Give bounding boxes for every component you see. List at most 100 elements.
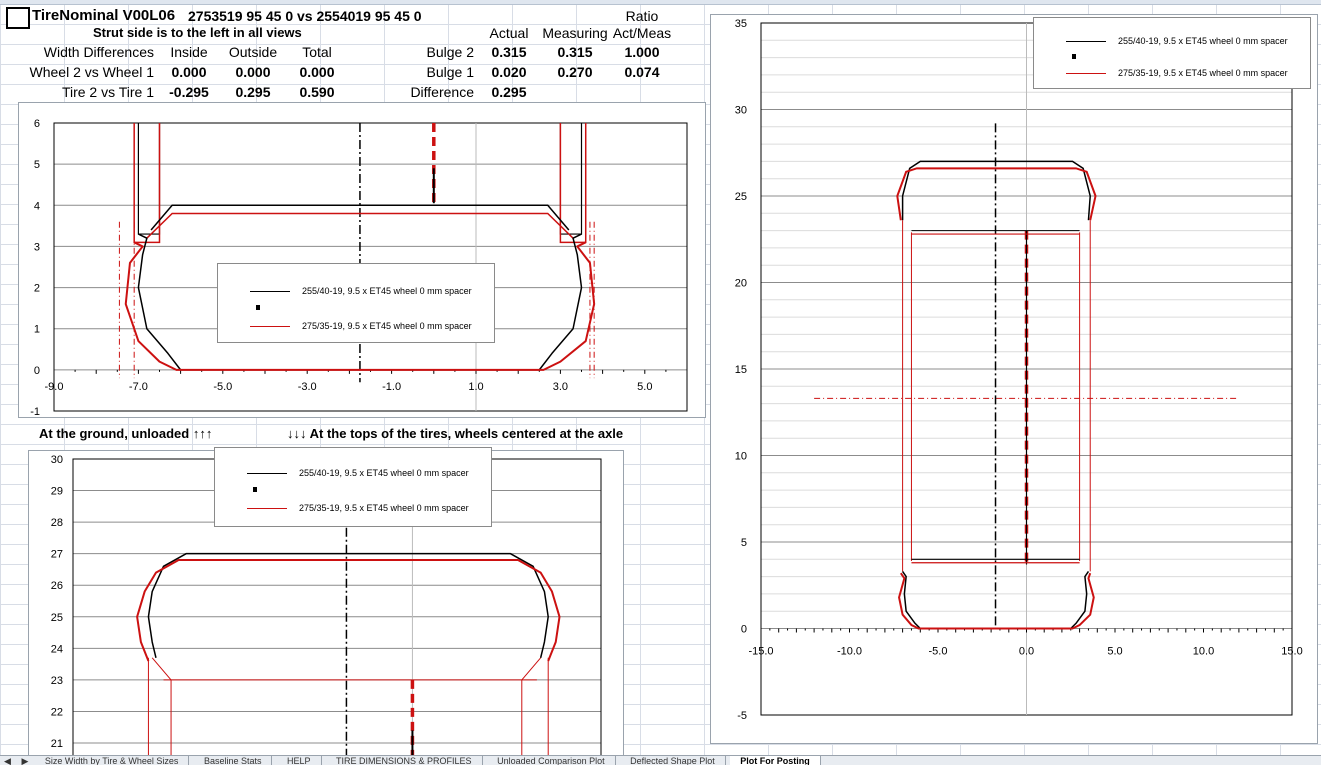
tab-help[interactable]: HELP (277, 756, 322, 765)
legend-line-black (250, 291, 290, 292)
comparison-codes: 2753519 95 45 0 vs 2554019 95 45 0 (188, 8, 422, 24)
side-view-legend: 255/40-19, 9.5 x ET45 wheel 0 mm spacer … (1033, 17, 1311, 89)
side-view-plot: -5 0 5 10 15 20 25 30 35 -15.0 -10.0 -5.0 0.0 5.0 10.0… (735, 18, 1303, 722)
bulge1-ratio: 0.074 (624, 64, 660, 80)
legend-entry: 255/40-19, 9.5 x ET45 wheel 0 mm spacer (218, 284, 494, 298)
wheel-outside: 0.000 (235, 64, 271, 80)
x-tick-label: 5.0 (1107, 646, 1122, 658)
ground-profile-red (898, 572, 1095, 630)
tab-baseline-stats[interactable]: Baseline Stats (194, 756, 273, 765)
tab-scroll-last-icon[interactable]: ▶ (17, 756, 32, 765)
y-tick-label: -5 (737, 710, 747, 722)
width-diff-label: Width Differences (43, 44, 154, 60)
row-wheel-label: Wheel 2 vs Wheel 1 (29, 64, 155, 80)
legend-marker-row (1034, 50, 1310, 64)
y-tick-label: 4 (34, 200, 40, 212)
y-tick-label: 20 (735, 278, 747, 290)
x-tick-label: -5.0 (929, 646, 948, 658)
sheet-title: TireNominal V00L06 (32, 7, 176, 24)
bulge2-measuring: 0.315 (557, 44, 593, 60)
tab-scroll-first-icon[interactable]: ◀ (0, 756, 15, 765)
selected-cell[interactable] (6, 7, 30, 29)
legend-line-red (250, 326, 290, 327)
legend-text: 275/35-19, 9.5 x ET45 wheel 0 mm spacer (299, 503, 469, 513)
tire-top-red (136, 558, 561, 662)
rim-left-red (151, 657, 172, 759)
tab-plot-for-posting[interactable]: Plot For Posting (730, 756, 821, 765)
top-profile-red (896, 167, 1097, 221)
wheel-total: 0.000 (299, 64, 335, 80)
y-tick-label: 10 (735, 451, 747, 463)
legend-text: 275/35-19, 9.5 x ET45 wheel 0 mm spacer (302, 321, 472, 331)
legend-text: 255/40-19, 9.5 x ET45 wheel 0 mm spacer (302, 286, 472, 296)
legend-marker-row (215, 483, 491, 497)
y-tick-label: 29 (51, 486, 63, 498)
x-tick-label: -15.0 (748, 646, 773, 658)
tire-total: 0.590 (299, 84, 335, 100)
x-tick-label: 0.0 (1019, 646, 1034, 658)
legend-line-black (247, 473, 287, 474)
actmeas-header: Act/Meas (612, 25, 672, 41)
ground-view-chart[interactable]: -1 0 1 2 3 4 5 6 -9.0 -7.0 -5.0 -3.0 -1.0 1.0 3.0 5.0 2… (18, 102, 706, 418)
legend-entry: 255/40-19, 9.5 x ET45 wheel 0 mm spacer (1034, 34, 1310, 48)
y-tick-label: 27 (51, 549, 63, 561)
top-profile-black (901, 160, 1091, 221)
y-tick-label: 5 (741, 537, 747, 549)
y-tick-label: 25 (735, 191, 747, 203)
spreadsheet-grid[interactable]: TireNominal V00L06 2753519 95 45 0 vs 25… (0, 0, 1321, 765)
legend-entry: 255/40-19, 9.5 x ET45 wheel 0 mm spacer (215, 466, 491, 480)
x-tick-label: -3.0 (298, 381, 317, 393)
legend-text: 275/35-19, 9.5 x ET45 wheel 0 mm spacer (1118, 68, 1288, 78)
strut-note: Strut side is to the left in all views (93, 25, 302, 40)
column-header-strip (0, 0, 1321, 5)
y-tick-label: 28 (51, 517, 63, 529)
x-tick-label: -7.0 (129, 381, 148, 393)
tab-deflected-shape[interactable]: Deflected Shape Plot (620, 756, 726, 765)
tire-inside: -0.295 (169, 84, 209, 100)
legend-entry: 275/35-19, 9.5 x ET45 wheel 0 mm spacer (215, 501, 491, 515)
side-view-chart[interactable]: -5 0 5 10 15 20 25 30 35 -15.0 -10.0 -5.0 0.0 5.0 10.0… (710, 14, 1318, 744)
y-tick-label: 3 (34, 241, 40, 253)
tops-view-chart[interactable]: 21 22 23 24 25 26 27 28 29 30 255/40-19, 9.5 x ET… (28, 447, 624, 765)
y-tick-label: 5 (34, 159, 40, 171)
bulge1-label: Bulge 1 (426, 64, 474, 80)
x-tick-label: 3.0 (553, 381, 568, 393)
legend-marker (253, 487, 257, 492)
y-tick-label: 23 (51, 675, 63, 687)
x-tick-label: 5.0 (637, 381, 652, 393)
tab-tire-dimensions[interactable]: TIRE DIMENSIONS & PROFILES (326, 756, 483, 765)
tab-unloaded-comparison[interactable]: Unloaded Comparison Plot (487, 756, 616, 765)
legend-entry: 275/35-19, 9.5 x ET45 wheel 0 mm spacer (218, 319, 494, 333)
legend-marker-row (218, 301, 494, 315)
x-tick-label: -10.0 (837, 646, 862, 658)
y-tick-label: 26 (51, 580, 63, 592)
bulge1-measuring: 0.270 (557, 64, 593, 80)
legend-marker (1072, 54, 1076, 59)
wheel-inside: 0.000 (171, 64, 207, 80)
actual-header: Actual (489, 25, 529, 41)
legend-text: 255/40-19, 9.5 x ET45 wheel 0 mm spacer (1118, 36, 1288, 46)
tab-size-width[interactable]: Size Width by Tire & Wheel Sizes (35, 756, 190, 765)
x-tick-label: 15.0 (1281, 646, 1302, 658)
legend-marker (256, 305, 260, 310)
bulge2-actual: 0.315 (491, 44, 527, 60)
y-tick-label: 0 (34, 365, 40, 377)
row-tire-label: Tire 2 vs Tire 1 (61, 84, 154, 100)
rim-right-black (559, 123, 583, 235)
y-tick-label: 30 (735, 105, 747, 117)
outside-header: Outside (228, 44, 278, 60)
sheet-tabs-bar: ◀ ▶ Size Width by Tire & Wheel Sizes Bas… (0, 755, 1321, 765)
legend-line-red (1066, 73, 1106, 74)
bulge2-label: Bulge 2 (426, 44, 474, 60)
ratio-header: Ratio (625, 8, 659, 24)
bulge2-ratio: 1.000 (624, 44, 660, 60)
difference-label: Difference (410, 84, 474, 100)
y-tick-label: 15 (735, 364, 747, 376)
x-tick-label: -1.0 (382, 381, 401, 393)
y-tick-label: 21 (51, 738, 63, 750)
rim-right-red (521, 657, 542, 759)
y-tick-label: 6 (34, 118, 40, 130)
y-tick-label: 1 (34, 324, 40, 336)
total-header: Total (302, 44, 332, 60)
x-tick-label: -9.0 (45, 381, 64, 393)
